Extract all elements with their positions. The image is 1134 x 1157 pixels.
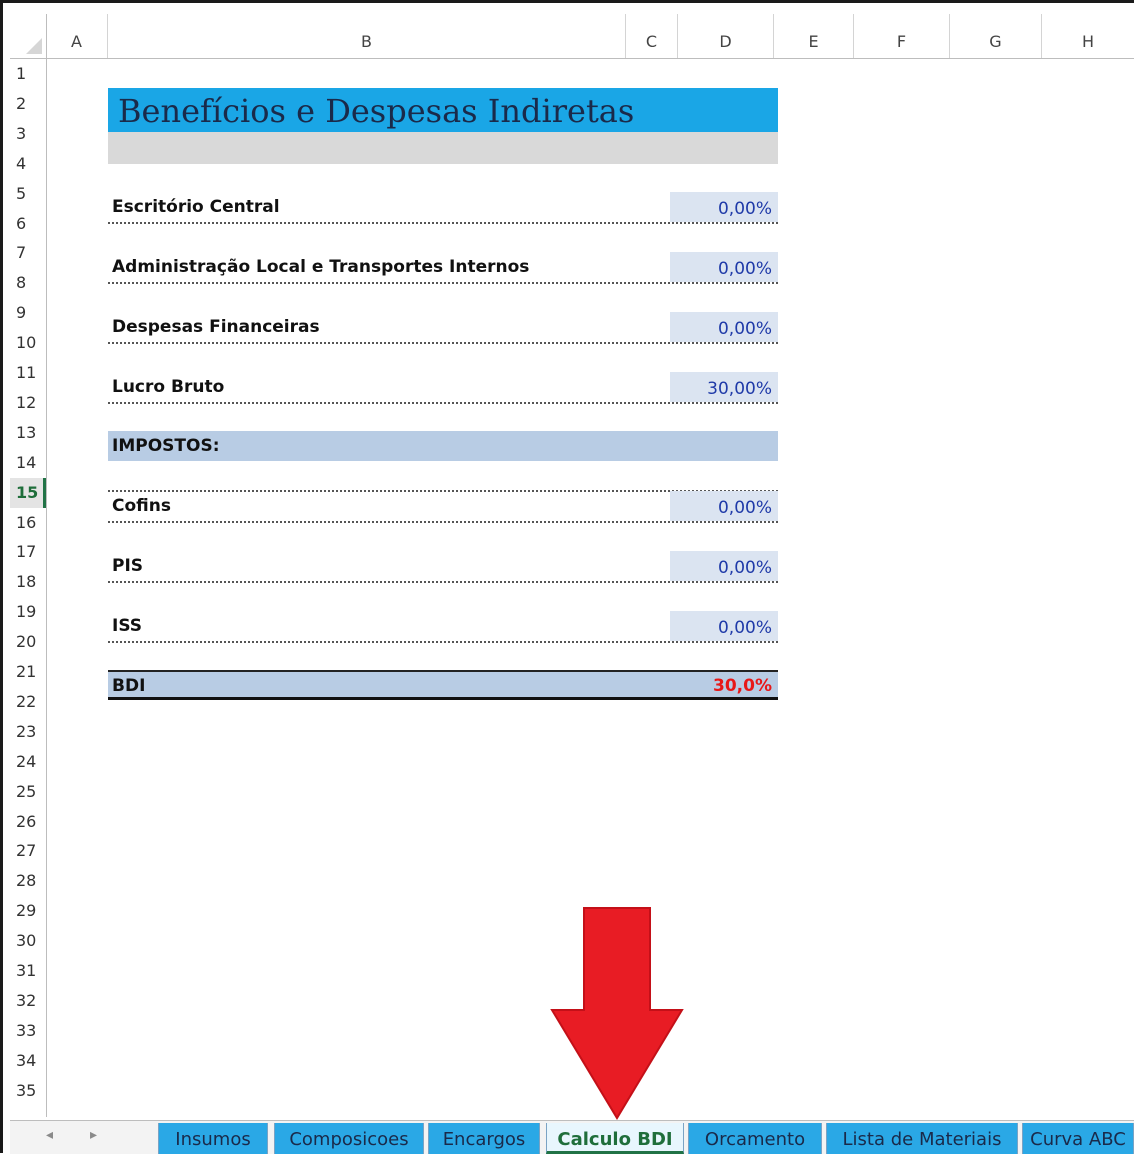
- next-sheet-icon[interactable]: ▸: [90, 1127, 97, 1143]
- row-header-8[interactable]: 8: [10, 268, 46, 298]
- row-header-28[interactable]: 28: [10, 866, 46, 896]
- item-value-lucro[interactable]: 30,00%: [670, 372, 778, 402]
- item-value-escritorio[interactable]: 0,00%: [670, 192, 778, 222]
- item-value-despesas[interactable]: 0,00%: [670, 312, 778, 342]
- row-header-5[interactable]: 5: [10, 179, 46, 209]
- row-header-18[interactable]: 18: [10, 567, 46, 597]
- column-header-h[interactable]: H: [1042, 14, 1134, 58]
- row-header-21[interactable]: 21: [10, 657, 46, 687]
- column-header-g[interactable]: G: [950, 14, 1042, 58]
- tab-encargos[interactable]: Encargos: [428, 1123, 540, 1154]
- row-header-10[interactable]: 10: [10, 328, 46, 358]
- select-all-icon: [26, 38, 42, 54]
- tax-value-iss[interactable]: 0,00%: [670, 611, 778, 641]
- tax-label-pis[interactable]: PIS: [112, 556, 143, 576]
- dotted-divider: [108, 581, 778, 583]
- row-header-24[interactable]: 24: [10, 747, 46, 777]
- row-header-19[interactable]: 19: [10, 597, 46, 627]
- row-header-26[interactable]: 26: [10, 807, 46, 837]
- row-header-3[interactable]: 3: [10, 119, 46, 149]
- row-header-32[interactable]: 32: [10, 986, 46, 1016]
- row-header-35[interactable]: 35: [10, 1076, 46, 1106]
- row-header-25[interactable]: 25: [10, 777, 46, 807]
- sheet-tab-bar: ◂ ▸ Insumos Composicoes Encargos Calculo…: [10, 1120, 1134, 1154]
- row-header-17[interactable]: 17: [10, 537, 46, 567]
- column-header-bar: A B C D E F G H: [10, 14, 1134, 59]
- item-label-despesas[interactable]: Despesas Financeiras: [112, 317, 320, 337]
- row-header-1[interactable]: 1: [10, 59, 46, 89]
- row-header-31[interactable]: 31: [10, 956, 46, 986]
- sheet-title-bar[interactable]: Benefícios e Despesas Indiretas: [108, 88, 778, 132]
- red-arrow-down-icon: [550, 907, 684, 1120]
- tab-calculo-bdi[interactable]: Calculo BDI: [546, 1123, 684, 1154]
- row-header-22[interactable]: 22: [10, 687, 46, 717]
- bdi-total-row[interactable]: BDI 30,0%: [108, 670, 778, 700]
- select-all-corner[interactable]: [10, 14, 47, 58]
- tax-label-cofins[interactable]: Cofins: [112, 496, 171, 516]
- row-header-30[interactable]: 30: [10, 926, 46, 956]
- column-header-b[interactable]: B: [108, 14, 626, 58]
- row-header-33[interactable]: 33: [10, 1016, 46, 1046]
- prev-sheet-icon[interactable]: ◂: [46, 1127, 53, 1143]
- row-header-14[interactable]: 14: [10, 448, 46, 478]
- row-header-20[interactable]: 20: [10, 627, 46, 657]
- dotted-divider: [108, 222, 778, 224]
- column-header-f[interactable]: F: [854, 14, 950, 58]
- title-underline-bar[interactable]: [108, 132, 778, 164]
- tab-curva-abc[interactable]: Curva ABC: [1022, 1123, 1134, 1154]
- impostos-label: IMPOSTOS:: [112, 436, 220, 456]
- row-header-7[interactable]: 7: [10, 238, 46, 268]
- tab-insumos[interactable]: Insumos: [158, 1123, 268, 1154]
- dotted-divider: [108, 342, 778, 344]
- tab-orcamento[interactable]: Orcamento: [688, 1123, 822, 1154]
- row-header-13[interactable]: 13: [10, 418, 46, 448]
- tax-label-iss[interactable]: ISS: [112, 616, 142, 636]
- column-header-c[interactable]: C: [626, 14, 678, 58]
- row-header-bar: 1 2 3 4 5 6 7 8 9 10 11 12 13 14 15 16 17 18 19 20 21 22 23 24 2…: [10, 59, 47, 1117]
- row-header-11[interactable]: 11: [10, 358, 46, 388]
- row-header-4[interactable]: 4: [10, 149, 46, 179]
- column-header-a[interactable]: A: [46, 14, 108, 58]
- item-label-escritorio[interactable]: Escritório Central: [112, 197, 280, 217]
- row-header-9[interactable]: 9: [10, 298, 46, 328]
- tax-value-pis[interactable]: 0,00%: [670, 551, 778, 581]
- item-label-lucro[interactable]: Lucro Bruto: [112, 377, 224, 397]
- dotted-divider: [108, 521, 778, 523]
- row-header-23[interactable]: 23: [10, 717, 46, 747]
- tab-lista-de-materiais[interactable]: Lista de Materiais: [826, 1123, 1018, 1154]
- bdi-value: 30,0%: [713, 676, 772, 696]
- row-header-15[interactable]: 15: [10, 477, 46, 508]
- impostos-section-header[interactable]: IMPOSTOS:: [108, 431, 778, 461]
- row-header-12[interactable]: 12: [10, 388, 46, 418]
- dotted-divider: [108, 402, 778, 404]
- row-header-2[interactable]: 2: [10, 89, 46, 119]
- tab-composicoes[interactable]: Composicoes: [274, 1123, 424, 1154]
- column-header-d[interactable]: D: [678, 14, 774, 58]
- dotted-divider: [108, 641, 778, 643]
- row-header-27[interactable]: 27: [10, 836, 46, 866]
- item-label-administracao[interactable]: Administração Local e Transportes Intern…: [112, 257, 529, 277]
- row-header-34[interactable]: 34: [10, 1046, 46, 1076]
- tax-value-cofins[interactable]: 0,00%: [670, 491, 778, 521]
- row-header-16[interactable]: 16: [10, 508, 46, 538]
- sheet-title: Benefícios e Despesas Indiretas: [118, 92, 635, 130]
- row-header-6[interactable]: 6: [10, 209, 46, 239]
- item-value-administracao[interactable]: 0,00%: [670, 252, 778, 282]
- bdi-label: BDI: [112, 676, 146, 696]
- column-header-e[interactable]: E: [774, 14, 854, 58]
- row-header-29[interactable]: 29: [10, 896, 46, 926]
- dotted-divider: [108, 282, 778, 284]
